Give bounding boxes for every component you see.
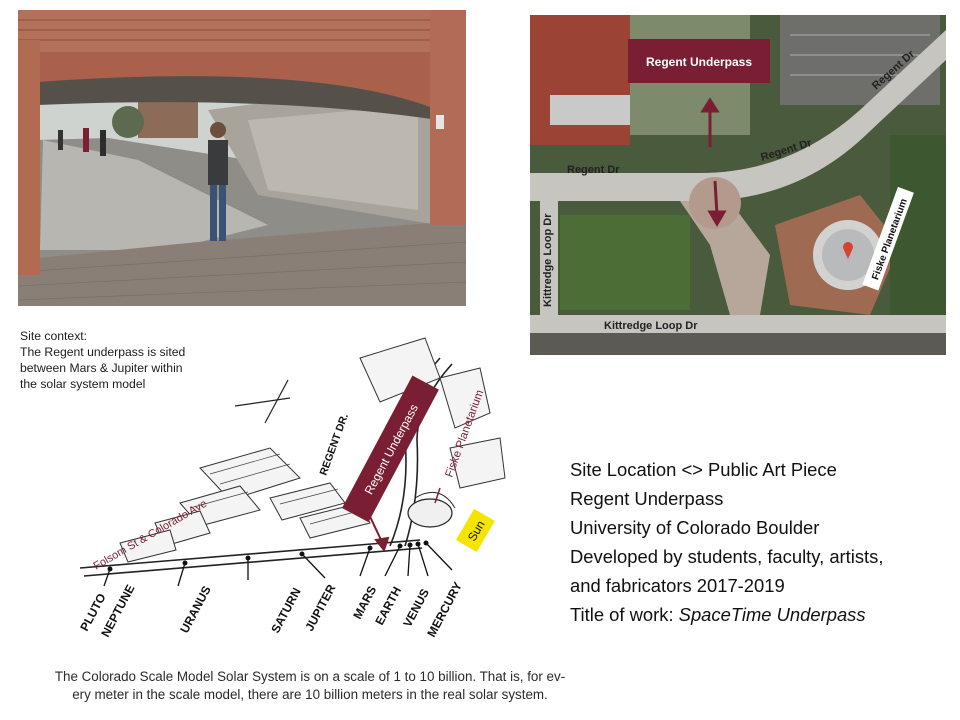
kittredge-left-label: Kittredge Loop Dr [542, 213, 554, 307]
solar-system-sketch: Regent Underpass Fiske Planetarium REGEN… [60, 318, 530, 658]
sun-label-box: Sun [456, 508, 495, 552]
regent-dr-label-1: Regent Dr [567, 164, 620, 176]
info-line-4: Developed by students, faculty, artists, [570, 546, 884, 567]
uranus-label: URANUS [177, 584, 213, 636]
aerial-map: Regent Underpass Regent Dr Regent Dr Reg… [530, 15, 946, 355]
caption-line-1: The Colorado Scale Model Solar System is… [54, 669, 566, 684]
north-arrow-icon [234, 379, 291, 424]
work-title: SpaceTime Underpass [678, 604, 866, 625]
aerial-regent-underpass-label: Regent Underpass [646, 55, 752, 69]
venus-label: VENUS [400, 586, 432, 629]
jupiter-label: JUPITER [302, 582, 338, 634]
scale-caption: The Colorado Scale Model Solar System is… [40, 668, 580, 704]
info-line-6: Title of work: SpaceTime Underpass [570, 600, 955, 629]
saturn-label: SATURN [268, 585, 303, 635]
kittredge-bottom-label: Kittredge Loop Dr [604, 320, 698, 332]
info-line-1: Site Location <> Public Art Piece [570, 459, 837, 480]
underpass-photo [18, 10, 466, 306]
info-line-3: University of Colorado Boulder [570, 517, 820, 538]
title-prefix: Title of work: [570, 604, 679, 625]
info-line-5: and fabricators 2017-2019 [570, 575, 785, 596]
mercury-label: MERCURY [424, 580, 465, 640]
caption-line-2: ery meter in the scale model, there are … [72, 687, 548, 702]
sketch-regent-dr-label: REGENT DR. [318, 412, 351, 477]
project-info: Site Location <> Public Art Piece Regent… [570, 455, 955, 629]
neptune-label: NEPTUNE [98, 582, 137, 639]
info-line-2: Regent Underpass [570, 488, 724, 509]
